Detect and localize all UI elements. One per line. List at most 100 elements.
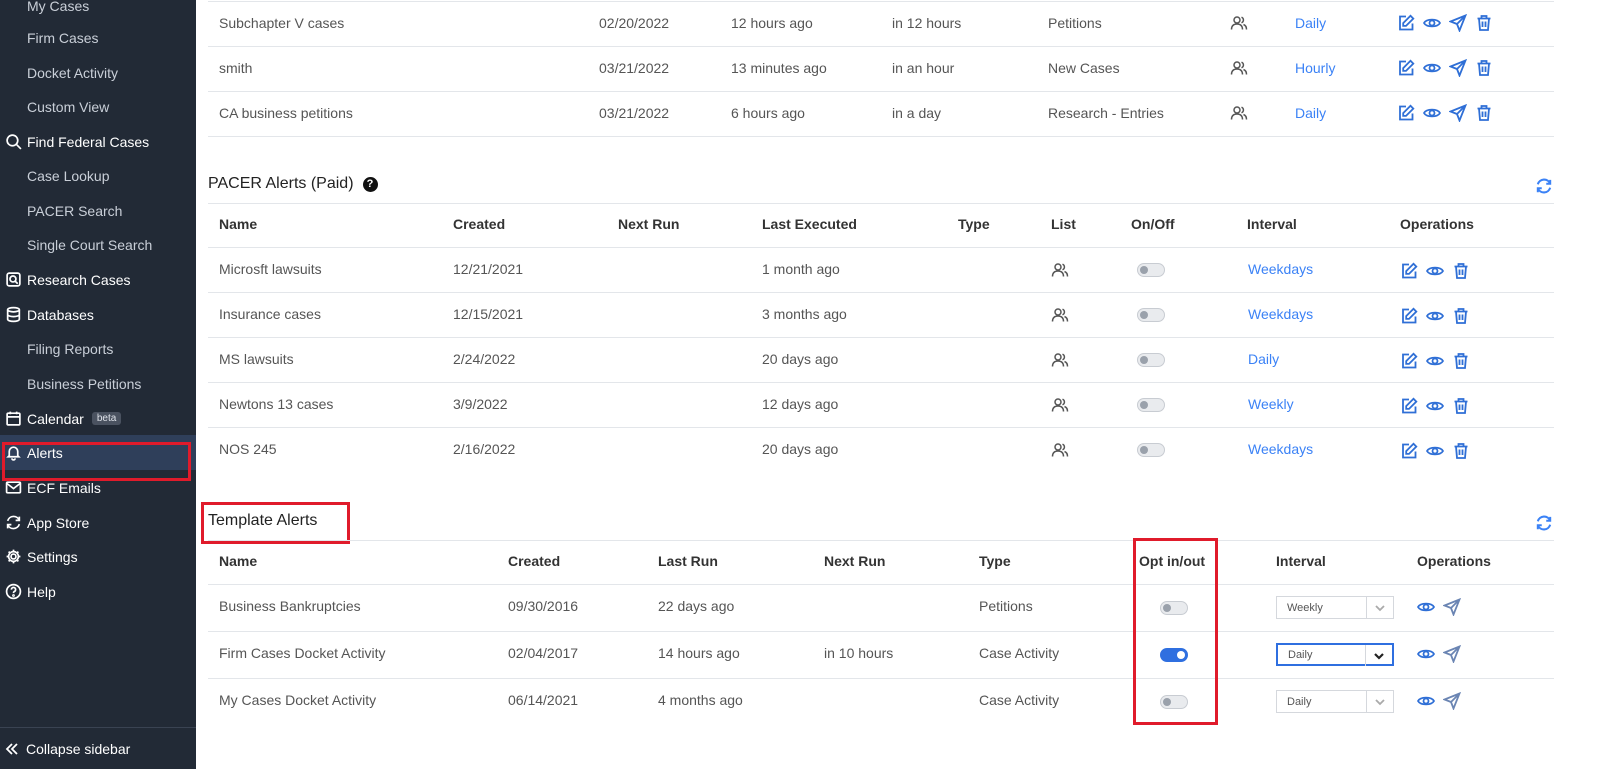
- sidebar-item-databases[interactable]: Databases: [0, 297, 196, 332]
- toggle-switch[interactable]: [1137, 443, 1165, 457]
- toggle-switch[interactable]: [1160, 695, 1188, 709]
- trash-icon[interactable]: [1452, 307, 1470, 325]
- toggle-switch[interactable]: [1137, 263, 1165, 277]
- interval-link[interactable]: Weekly: [1248, 396, 1294, 412]
- edit-icon[interactable]: [1400, 307, 1418, 325]
- row-divider: [208, 46, 1554, 47]
- created-date: 2/24/2022: [453, 351, 516, 367]
- sidebar-item-pacer-search[interactable]: PACER Search: [0, 193, 196, 228]
- interval-select[interactable]: Daily: [1276, 643, 1394, 666]
- trash-icon[interactable]: [1475, 59, 1493, 77]
- toggle-switch[interactable]: [1160, 648, 1188, 662]
- trash-icon[interactable]: [1452, 262, 1470, 280]
- trash-icon[interactable]: [1452, 352, 1470, 370]
- sidebar-item-research-cases[interactable]: Research Cases: [0, 262, 196, 297]
- interval-link[interactable]: Weekdays: [1248, 261, 1313, 277]
- send-icon[interactable]: [1443, 692, 1461, 710]
- interval-select[interactable]: Daily: [1276, 690, 1394, 713]
- created-date: 03/21/2022: [599, 60, 670, 76]
- sidebar-item-filing-reports[interactable]: Filing Reports: [0, 331, 196, 366]
- interval-select[interactable]: Weekly: [1276, 596, 1394, 619]
- eye-icon[interactable]: [1426, 307, 1444, 325]
- alert-type: Petitions: [1048, 15, 1102, 31]
- refresh-icon[interactable]: [1535, 177, 1553, 195]
- users-icon[interactable]: [1051, 351, 1069, 369]
- users-icon[interactable]: [1051, 441, 1069, 459]
- help-icon[interactable]: ?: [362, 176, 378, 192]
- column-header: Created: [453, 216, 506, 232]
- sidebar-item-app-store[interactable]: App Store: [0, 505, 196, 540]
- sidebar-item-docket-activity[interactable]: Docket Activity: [0, 55, 196, 90]
- interval-link[interactable]: Daily: [1295, 105, 1326, 121]
- edit-icon[interactable]: [1400, 442, 1418, 460]
- send-icon[interactable]: [1443, 598, 1461, 616]
- eye-icon[interactable]: [1417, 692, 1435, 710]
- edit-icon[interactable]: [1397, 14, 1415, 32]
- row-divider: [208, 136, 1554, 137]
- refresh-icon[interactable]: [1535, 514, 1553, 532]
- toggle-switch[interactable]: [1137, 308, 1165, 322]
- send-icon[interactable]: [1449, 59, 1467, 77]
- trash-icon[interactable]: [1475, 104, 1493, 122]
- users-icon[interactable]: [1051, 306, 1069, 324]
- sidebar-item-firm-cases[interactable]: Firm Cases: [0, 20, 196, 55]
- sidebar-item-settings[interactable]: Settings: [0, 539, 196, 574]
- sidebar-item-single-court-search[interactable]: Single Court Search: [0, 227, 196, 262]
- send-icon[interactable]: [1443, 645, 1461, 663]
- eye-icon[interactable]: [1426, 262, 1444, 280]
- column-header: Type: [958, 216, 990, 232]
- eye-icon[interactable]: [1426, 442, 1444, 460]
- toggle-switch[interactable]: [1137, 353, 1165, 367]
- edit-icon[interactable]: [1400, 262, 1418, 280]
- interval-link[interactable]: Weekdays: [1248, 306, 1313, 322]
- toggle-switch[interactable]: [1160, 601, 1188, 615]
- sidebar-item-label: Custom View: [27, 98, 110, 115]
- operations-group: [1397, 59, 1493, 77]
- row-divider: [208, 427, 1554, 428]
- trash-icon[interactable]: [1475, 14, 1493, 32]
- eye-icon[interactable]: [1423, 104, 1441, 122]
- users-icon[interactable]: [1230, 59, 1248, 77]
- users-icon[interactable]: [1051, 261, 1069, 279]
- eye-icon[interactable]: [1417, 598, 1435, 616]
- users-icon[interactable]: [1051, 396, 1069, 414]
- gear-icon: [3, 547, 23, 567]
- sidebar-item-business-petitions[interactable]: Business Petitions: [0, 366, 196, 401]
- eye-icon[interactable]: [1426, 352, 1444, 370]
- last-run: 12 hours ago: [731, 15, 813, 31]
- chevron-down-icon: [1365, 645, 1392, 666]
- trash-icon[interactable]: [1452, 397, 1470, 415]
- alert-name: Newtons 13 cases: [219, 396, 334, 412]
- row-divider: [208, 678, 1554, 679]
- eye-icon[interactable]: [1426, 397, 1444, 415]
- eye-icon[interactable]: [1423, 59, 1441, 77]
- edit-icon[interactable]: [1397, 59, 1415, 77]
- sidebar-item-ecf-emails[interactable]: ECF Emails: [0, 470, 196, 505]
- sidebar-item-alerts[interactable]: Alerts: [0, 435, 196, 470]
- edit-icon[interactable]: [1400, 352, 1418, 370]
- alert-name: smith: [219, 60, 253, 76]
- eye-icon[interactable]: [1417, 645, 1435, 663]
- trash-icon[interactable]: [1452, 442, 1470, 460]
- interval-link[interactable]: Daily: [1248, 351, 1279, 367]
- edit-icon[interactable]: [1400, 397, 1418, 415]
- users-icon[interactable]: [1230, 104, 1248, 122]
- edit-icon[interactable]: [1397, 104, 1415, 122]
- collapse-sidebar-button[interactable]: Collapse sidebar: [0, 729, 196, 769]
- users-icon[interactable]: [1230, 14, 1248, 32]
- send-icon[interactable]: [1449, 104, 1467, 122]
- sidebar-item-help[interactable]: Help: [0, 574, 196, 609]
- interval-link[interactable]: Hourly: [1295, 60, 1335, 76]
- row-divider: [208, 584, 1554, 585]
- alert-name: Insurance cases: [219, 306, 321, 322]
- sidebar-item-calendar[interactable]: Calendar beta: [0, 401, 196, 436]
- sidebar-item-case-lookup[interactable]: Case Lookup: [0, 158, 196, 193]
- interval-link[interactable]: Weekdays: [1248, 441, 1313, 457]
- sidebar-item-custom-view[interactable]: Custom View: [0, 89, 196, 124]
- interval-link[interactable]: Daily: [1295, 15, 1326, 31]
- send-icon[interactable]: [1449, 14, 1467, 32]
- toggle-switch[interactable]: [1137, 398, 1165, 412]
- last-run: 14 hours ago: [658, 645, 740, 661]
- sidebar-item-find-federal-cases[interactable]: Find Federal Cases: [0, 124, 196, 159]
- eye-icon[interactable]: [1423, 14, 1441, 32]
